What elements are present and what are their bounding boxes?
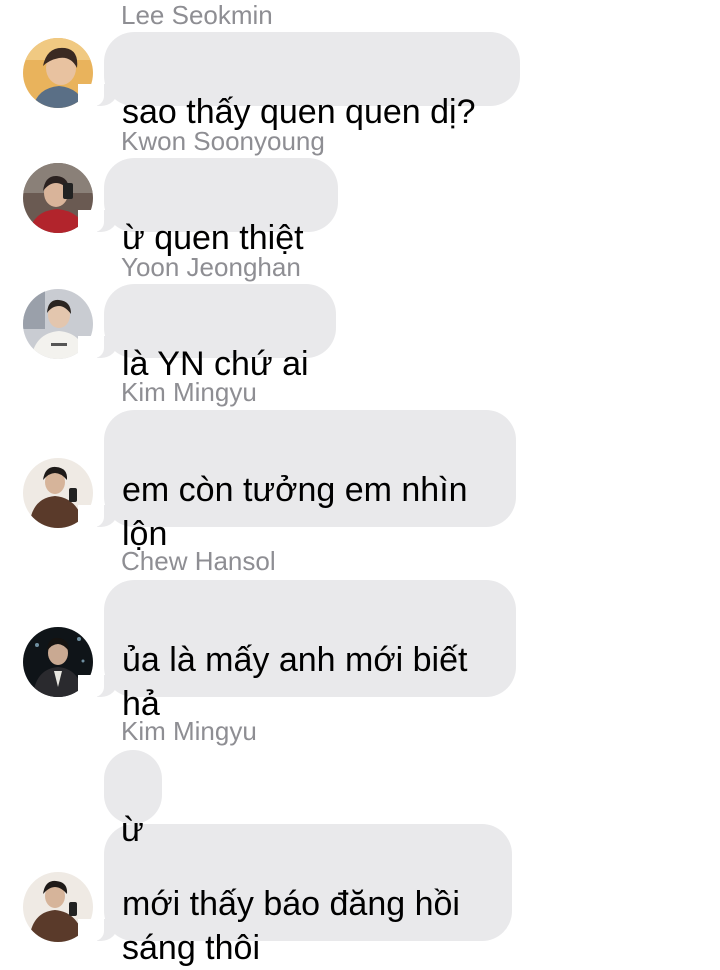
message-text: là YN chứ ai bbox=[122, 345, 309, 383]
message-text: mới thấy báo đăng hồi sáng thôi bbox=[122, 885, 460, 967]
message-bubble[interactable]: ủa là mấy anh mới biết hả bbox=[78, 580, 516, 723]
message-bubble[interactable]: em còn tưởng em nhìn lộn bbox=[78, 410, 516, 553]
message-text: ừ bbox=[121, 811, 144, 849]
message-bubble[interactable]: là YN chứ ai bbox=[78, 284, 336, 383]
message-bubble[interactable]: ừ quen thiệt bbox=[78, 158, 338, 257]
message-text: em còn tưởng em nhìn lộn bbox=[122, 471, 468, 553]
message-bubble[interactable]: sao thấy quen quen dị? bbox=[78, 32, 520, 131]
message-text: ừ quen thiệt bbox=[122, 219, 304, 257]
message-text: ủa là mấy anh mới biết hả bbox=[122, 641, 468, 723]
message-text: sao thấy quen quen dị? bbox=[122, 93, 476, 131]
sender-name-lee-seokmin: Lee Seokmin bbox=[121, 0, 273, 30]
message-bubble[interactable]: ừ bbox=[104, 750, 162, 849]
message-bubble[interactable]: mới thấy báo đăng hồi sáng thôi bbox=[78, 824, 512, 967]
